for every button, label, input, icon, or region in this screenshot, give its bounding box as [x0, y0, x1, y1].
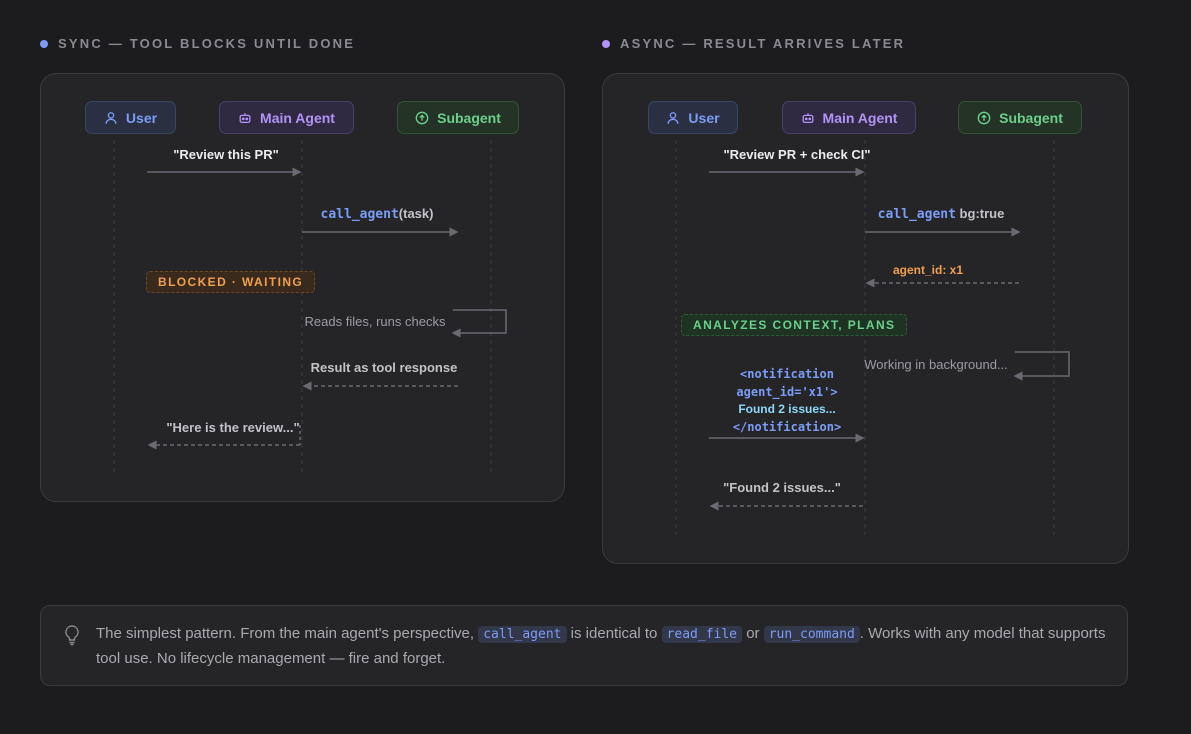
info-text1: The simplest pattern. From the main agen… — [96, 625, 475, 642]
sync-actor-subagent: Subagent — [397, 101, 519, 134]
sync-call-code: call_agent — [320, 207, 399, 222]
sync-msg-reads: Reads files, runs checks — [304, 314, 446, 329]
async-msg-agent-id: agent_id: x1 — [892, 263, 964, 277]
sync-actor-main-agent: Main Agent — [219, 101, 354, 134]
async-msg-reply: "Found 2 issues..." — [723, 480, 841, 495]
async-call-rest: bg:true — [955, 206, 1005, 221]
async-msg-working: Working in background... — [864, 357, 1008, 372]
async-actor-main-agent: Main Agent — [782, 101, 916, 134]
async-notification: <notification agent_id='x1'> Found 2 iss… — [733, 366, 841, 436]
lightbulb-icon — [65, 625, 79, 646]
async-msg-call-agent: call_agent bg:true — [878, 206, 1005, 222]
info-code-call-agent: call_agent — [478, 626, 567, 643]
async-dot — [602, 39, 610, 48]
info-text3: or — [746, 625, 760, 642]
info-code-read-file: read_file — [661, 626, 743, 643]
async-call-code: call_agent — [877, 207, 956, 222]
sync-call-rest: (task) — [398, 206, 434, 221]
sync-actor-user: User — [85, 101, 176, 134]
async-actor-subagent: Subagent — [958, 101, 1082, 134]
async-actor-main-label: Main Agent — [822, 109, 898, 126]
info-text: The simplest pattern. From the main agen… — [96, 622, 1111, 671]
async-actor-user: User — [648, 101, 738, 134]
async-actor-sub-label: Subagent — [999, 109, 1063, 126]
sync-msg-review: "Review this PR" — [173, 147, 279, 162]
info-callout: The simplest pattern. From the main agen… — [40, 605, 1128, 686]
info-code-run-command: run_command — [763, 626, 860, 643]
sync-msg-reply: "Here is the review..." — [166, 420, 300, 435]
notif-attr-tag: agent_id='x1'> — [736, 384, 838, 399]
user-icon — [667, 111, 679, 124]
sync-actor-main-label: Main Agent — [260, 109, 335, 126]
async-section-title: ASYNC — RESULT ARRIVES LATER — [602, 36, 905, 51]
async-analyzes-badge: ANALYZES CONTEXT, PLANS — [681, 314, 908, 336]
sync-actor-sub-label: Subagent — [437, 109, 501, 126]
async-actor-user-label: User — [688, 109, 720, 126]
robot-icon — [802, 112, 813, 123]
async-title-text: ASYNC — RESULT ARRIVES LATER — [620, 36, 906, 51]
async-msg-review: "Review PR + check CI" — [723, 147, 871, 162]
arrow-up-circle-icon — [415, 111, 429, 124]
info-text2: is identical to — [570, 625, 658, 642]
robot-icon — [239, 112, 251, 123]
notif-open-tag: <notification — [740, 367, 834, 381]
notif-body: Found 2 issues... — [738, 402, 836, 416]
user-icon — [105, 111, 117, 124]
sync-blocked-badge: BLOCKED · WAITING — [146, 271, 316, 293]
sync-actor-user-label: User — [125, 109, 158, 126]
arrow-up-circle-icon — [977, 111, 991, 124]
notif-close-tag: </notification> — [732, 419, 842, 434]
sync-msg-call-agent: call_agent(task) — [321, 206, 434, 222]
sync-msg-result: Result as tool response — [310, 360, 458, 375]
